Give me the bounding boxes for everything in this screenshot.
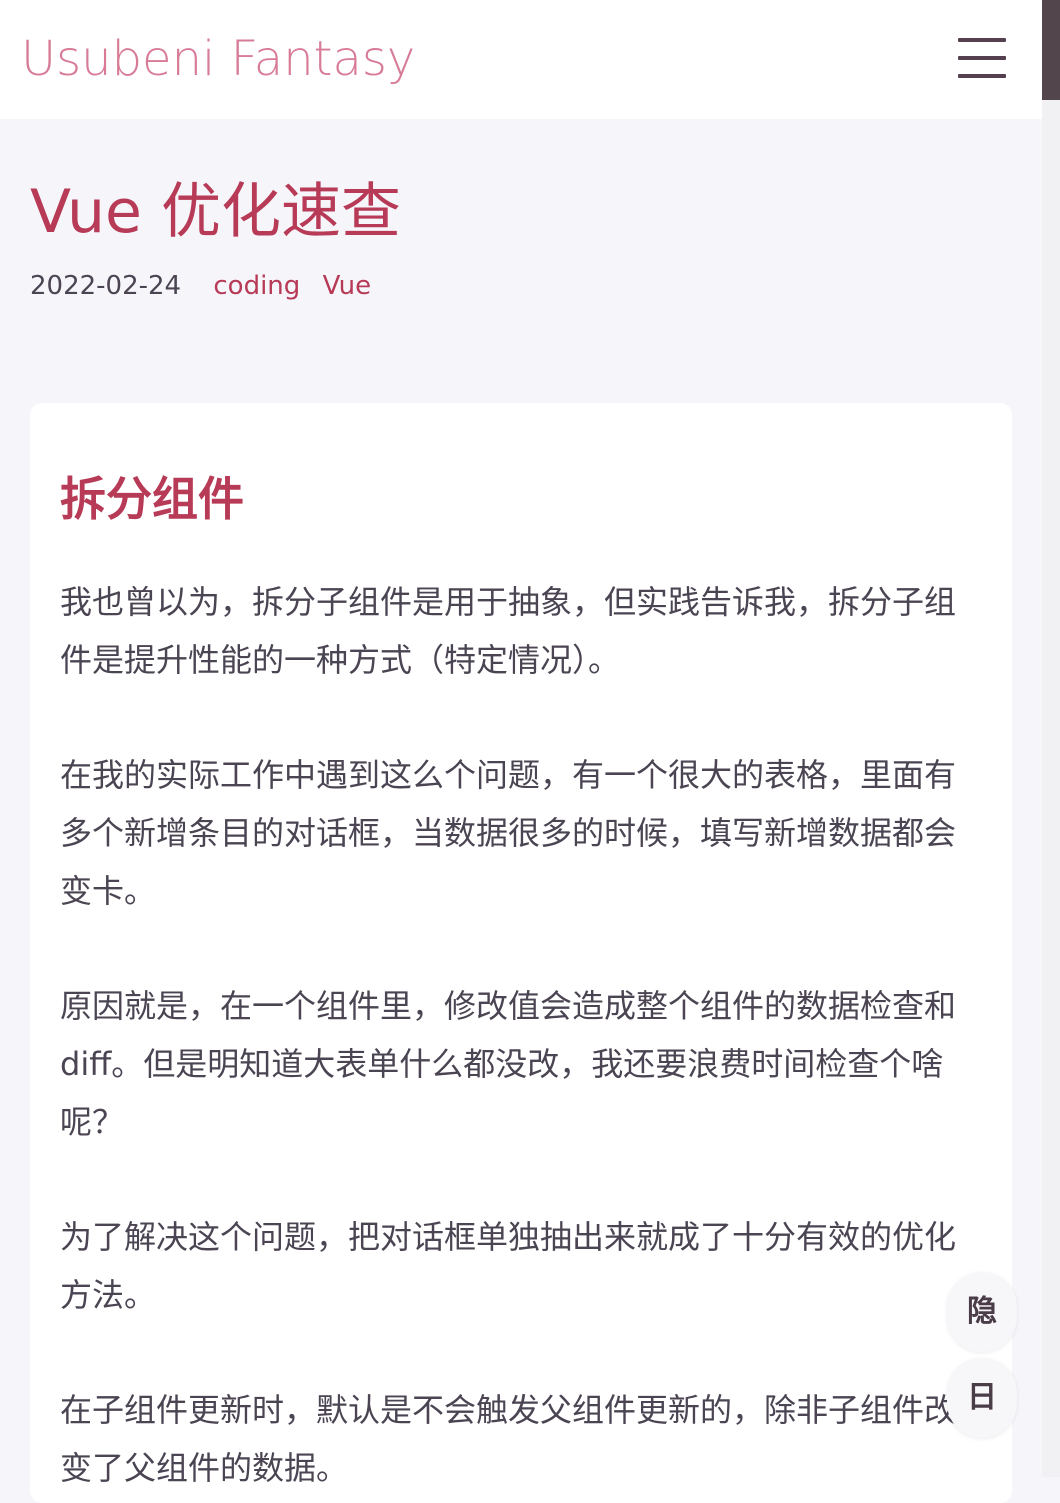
post-meta: 2022-02-24 coding Vue (30, 266, 385, 306)
paragraph-line: 在子组件更新时，默认是不会触发父组件更新的，除非子组件改 (60, 1391, 957, 1429)
paragraph-line: 为了解决这个问题，把对话框单独抽出来就成了十分有效的优化 (60, 1218, 957, 1256)
paragraph-line: 变了父组件的数据。 (60, 1449, 349, 1487)
top-navigation-bar: Usubeni Fantasy (0, 0, 1042, 119)
paragraph-line: 方法。 (60, 1276, 157, 1314)
article-paragraph: 为了解决这个问题，把对话框单独抽出来就成了十分有效的优化 方法。 (60, 1208, 960, 1324)
paragraph-line: diff。但是明知道大表单什么都没改，我还要浪费时间检查个啥 (60, 1045, 944, 1083)
page-scrollbar-thumb[interactable] (1042, 0, 1060, 100)
paragraph-line: 件是提升性能的一种方式（特定情况）。 (60, 641, 621, 679)
post-title: Vue 优化速查 (30, 177, 401, 247)
paragraph-line: 在我的实际工作中遇到这么个问题，有一个很大的表格，里面有 (60, 756, 957, 794)
post-date: 2022-02-24 (30, 271, 182, 301)
paragraph-line: 变卡。 (60, 872, 157, 910)
menu-bar-line (958, 38, 1006, 42)
section-heading: 拆分组件 (60, 472, 244, 526)
paragraph-line: 呢？ (60, 1103, 125, 1141)
hamburger-menu-icon[interactable] (952, 30, 1012, 86)
paragraph-line: 多个新增条目的对话框，当数据很多的时候，填写新增数据都会 (60, 814, 957, 852)
article-paragraph: 在子组件更新时，默认是不会触发父组件更新的，除非子组件改 变了父组件的数据。 (60, 1381, 960, 1497)
tag-link-coding[interactable]: coding (213, 271, 300, 301)
site-title-link[interactable]: Usubeni Fantasy (21, 28, 415, 90)
hide-toggle-button[interactable]: 隐 (947, 1272, 1017, 1352)
paragraph-line: 我也曾以为，拆分子组件是用于抽象，但实践告诉我，拆分子组 (60, 583, 957, 621)
article-paragraph: 原因就是，在一个组件里，修改值会造成整个组件的数据检查和 diff。但是明知道大… (60, 977, 960, 1151)
menu-bar-line (958, 56, 1006, 60)
article-paragraph: 我也曾以为，拆分子组件是用于抽象，但实践告诉我，拆分子组 件是提升性能的一种方式… (60, 573, 960, 689)
paragraph-line: 原因就是，在一个组件里，修改值会造成整个组件的数据检查和 (60, 987, 957, 1025)
theme-toggle-button[interactable]: 日 (947, 1358, 1017, 1438)
page-scrollbar[interactable] (1042, 0, 1060, 1477)
article-card: 拆分组件 我也曾以为，拆分子组件是用于抽象，但实践告诉我，拆分子组 件是提升性能… (30, 403, 1012, 1503)
tag-link-vue[interactable]: Vue (323, 271, 372, 301)
menu-bar-line (958, 74, 1006, 78)
article-paragraph: 在我的实际工作中遇到这么个问题，有一个很大的表格，里面有 多个新增条目的对话框，… (60, 746, 960, 920)
